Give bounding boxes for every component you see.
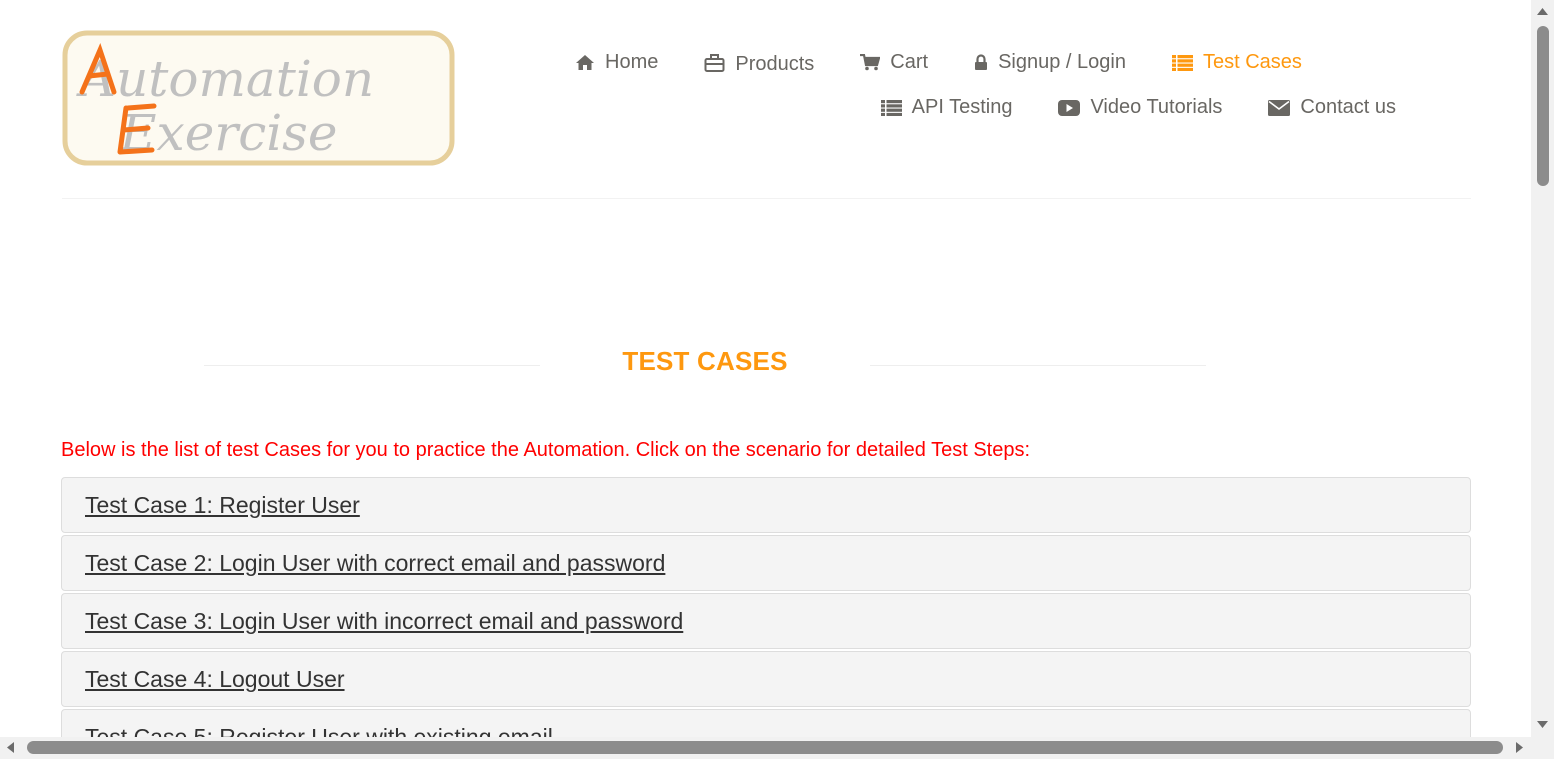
test-case-link[interactable]: Test Case 5: Register User with existing…	[85, 724, 553, 737]
scrollbar-corner	[1531, 737, 1554, 759]
nav-label-video-tutorials: Video Tutorials	[1090, 96, 1223, 118]
products-icon	[704, 53, 725, 72]
test-case-panel[interactable]: Test Case 2: Login User with correct ema…	[61, 535, 1471, 591]
test-case-link[interactable]: Test Case 4: Logout User	[85, 666, 345, 692]
test-case-panel[interactable]: Test Case 4: Logout User	[61, 651, 1471, 707]
scroll-up-arrow-icon[interactable]	[1536, 6, 1549, 16]
list-icon	[1171, 54, 1193, 71]
nav-item-home[interactable]: Home	[575, 51, 658, 74]
nav-row-1: Home Products Cart Signup / Login Test C…	[560, 40, 1440, 85]
scroll-down-arrow-icon[interactable]	[1536, 720, 1549, 730]
nav-label-signup-login: Signup / Login	[998, 51, 1126, 73]
nav-item-test-cases[interactable]: Test Cases	[1171, 51, 1302, 74]
scroll-left-arrow-icon[interactable]	[5, 741, 15, 754]
nav-item-contact-us[interactable]: Contact us	[1268, 96, 1396, 119]
nav-label-api-testing: API Testing	[911, 96, 1013, 118]
nav-item-products[interactable]: Products	[704, 51, 815, 75]
youtube-play-icon	[1058, 99, 1081, 116]
header-divider	[62, 198, 1471, 199]
lock-icon	[975, 54, 988, 70]
envelope-icon	[1268, 99, 1291, 116]
site-logo[interactable]: Automation Exercise	[62, 30, 455, 166]
horizontal-scrollbar-thumb[interactable]	[27, 741, 1503, 754]
title-line-left	[204, 365, 540, 366]
test-case-panel[interactable]: Test Case 3: Login User with incorrect e…	[61, 593, 1471, 649]
vertical-scrollbar-thumb[interactable]	[1537, 26, 1549, 186]
test-case-link[interactable]: Test Case 3: Login User with incorrect e…	[85, 608, 683, 634]
home-icon	[576, 55, 594, 70]
list-icon	[880, 99, 902, 116]
main-nav: Home Products Cart Signup / Login Test C…	[560, 40, 1440, 130]
title-line-right	[870, 365, 1206, 366]
nav-label-test-cases: Test Cases	[1202, 51, 1302, 73]
test-case-panel[interactable]: Test Case 5: Register User with existing…	[61, 709, 1471, 737]
page-title: TEST CASES	[622, 346, 788, 376]
page-viewport: Automation Exercise Home Products Cart S…	[0, 0, 1531, 737]
nav-label-cart: Cart	[890, 51, 929, 73]
nav-label-home: Home	[605, 51, 659, 73]
nav-row-2: API Testing Video Tutorials Contact us	[560, 85, 1440, 130]
nav-label-products: Products	[735, 53, 815, 75]
nav-item-cart[interactable]: Cart	[860, 51, 928, 74]
logo-line2: Exercise	[119, 104, 337, 162]
test-case-link[interactable]: Test Case 2: Login User with correct ema…	[85, 550, 665, 576]
nav-item-signup-login[interactable]: Signup / Login	[974, 51, 1126, 74]
test-case-list: Test Case 1: Register User Test Case 2: …	[61, 477, 1471, 737]
test-case-link[interactable]: Test Case 1: Register User	[85, 492, 360, 518]
cart-icon	[860, 54, 881, 71]
nav-item-video-tutorials[interactable]: Video Tutorials	[1058, 96, 1222, 119]
intro-text: Below is the list of test Cases for you …	[61, 439, 1031, 461]
scroll-right-arrow-icon[interactable]	[1515, 741, 1525, 754]
nav-item-api-testing[interactable]: API Testing	[880, 96, 1013, 119]
logo-line1: Automation	[76, 50, 374, 108]
test-case-panel[interactable]: Test Case 1: Register User	[61, 477, 1471, 533]
nav-label-contact-us: Contact us	[1300, 96, 1396, 118]
